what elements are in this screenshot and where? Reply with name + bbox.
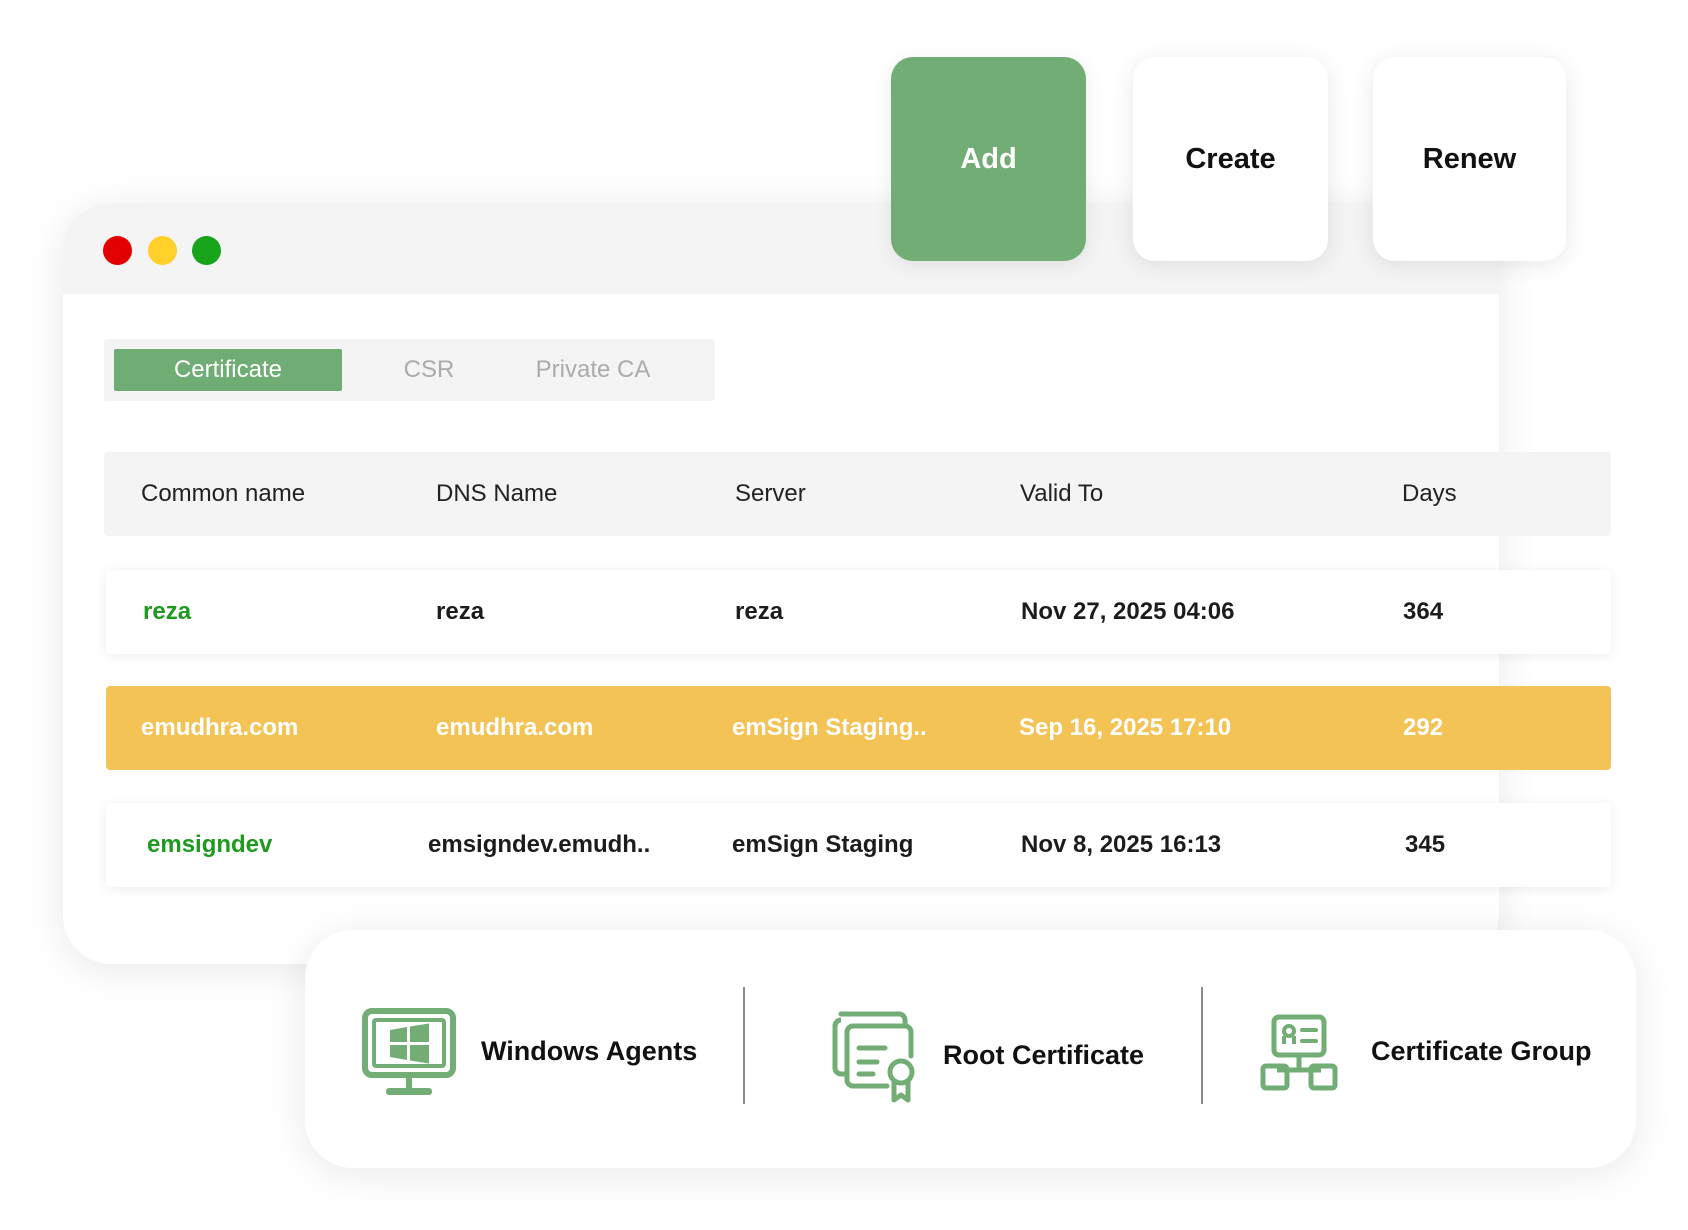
column-header-server[interactable]: Server [735, 452, 806, 536]
close-window-button[interactable] [103, 236, 132, 265]
renew-button[interactable]: Renew [1373, 57, 1566, 261]
cell-common-name[interactable]: reza [143, 570, 191, 654]
column-header-valid-to[interactable]: Valid To [1020, 452, 1103, 536]
certificate-group-icon [1260, 1014, 1338, 1091]
cell-valid-to: Nov 27, 2025 04:06 [1021, 598, 1235, 625]
cell-server: emSign Staging.. [732, 714, 927, 741]
table-row[interactable]: emsigndev emsigndev.emudh.. emSign Stagi… [106, 803, 1611, 887]
add-button[interactable]: Add [891, 57, 1086, 261]
certificate-ribbon-icon [832, 1011, 915, 1103]
feature-label-root-certificate[interactable]: Root Certificate [943, 1040, 1144, 1071]
divider [1201, 987, 1203, 1104]
cell-days: 364 [1403, 598, 1444, 625]
tab-certificate[interactable]: Certificate [114, 349, 342, 391]
column-header-common-name[interactable]: Common name [141, 452, 305, 536]
cell-common-name[interactable]: emsigndev [147, 803, 272, 887]
cell-server: reza [735, 598, 784, 625]
minimize-window-button[interactable] [148, 236, 177, 265]
feature-label-certificate-group[interactable]: Certificate Group [1371, 1036, 1592, 1067]
cell-dns-name: reza [436, 598, 485, 625]
cell-days: 345 [1405, 831, 1446, 858]
cell-dns-name: emudhra.com [436, 714, 594, 741]
monitor-windows-icon [362, 1008, 456, 1095]
cell-dns-name: emsigndev.emudh.. [428, 831, 651, 858]
cell-days: 292 [1403, 714, 1444, 741]
table-header: Common name DNS Name Server Valid To Day… [104, 452, 1611, 536]
cell-valid-to: Sep 16, 2025 17:10 [1019, 714, 1232, 741]
table-row[interactable]: reza reza reza Nov 27, 2025 04:06 364 [106, 570, 1611, 654]
feature-card: Windows Agents Root Certificate Certific… [305, 930, 1636, 1168]
table-row-highlighted[interactable]: emudhra.com emudhra.com emSign Staging..… [106, 686, 1611, 770]
feature-label-windows-agents[interactable]: Windows Agents [481, 1036, 697, 1067]
column-header-days[interactable]: Days [1402, 452, 1457, 536]
tab-csr[interactable]: CSR [372, 349, 486, 391]
maximize-window-button[interactable] [192, 236, 221, 265]
divider [743, 987, 745, 1104]
tab-private-ca[interactable]: Private CA [504, 349, 682, 391]
cell-server: emSign Staging [732, 831, 914, 858]
tab-bar: Certificate CSR Private CA [104, 339, 715, 401]
create-button[interactable]: Create [1133, 57, 1328, 261]
cell-common-name[interactable]: emudhra.com [141, 686, 298, 770]
column-header-dns-name[interactable]: DNS Name [436, 452, 557, 536]
cell-valid-to: Nov 8, 2025 16:13 [1021, 831, 1222, 858]
